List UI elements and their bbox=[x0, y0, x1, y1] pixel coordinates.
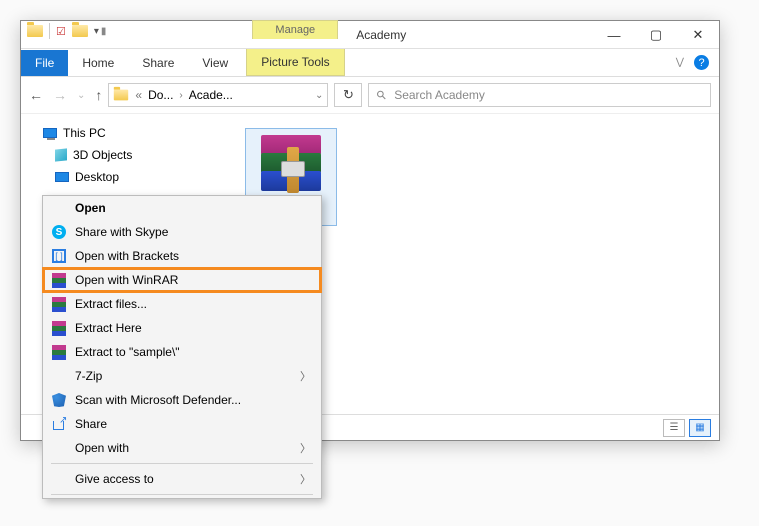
menu-label: Open with WinRAR bbox=[75, 273, 178, 287]
tab-share[interactable]: Share bbox=[128, 50, 188, 76]
folder-icon bbox=[27, 25, 43, 37]
menu-label: Extract to "sample\" bbox=[75, 345, 180, 359]
breadcrumb-prefix: « bbox=[135, 88, 142, 102]
menu-label: Open with bbox=[75, 441, 129, 455]
menu-item-extract-files[interactable]: Extract files... bbox=[43, 292, 321, 316]
menu-label: Extract files... bbox=[75, 297, 147, 311]
brackets-icon: [ ] bbox=[51, 248, 67, 264]
titlebar: ☑ ▾ ▮ Manage Academy — ▢ ✕ bbox=[21, 21, 719, 49]
sidebar-label: This PC bbox=[63, 126, 106, 140]
search-placeholder: Search Academy bbox=[394, 88, 485, 102]
menu-item-share-skype[interactable]: S Share with Skype bbox=[43, 220, 321, 244]
tab-picture-tools[interactable]: Picture Tools bbox=[246, 49, 344, 76]
menu-label: Share with Skype bbox=[75, 225, 168, 239]
cube-icon bbox=[55, 148, 67, 161]
properties-icon[interactable]: ☑ bbox=[56, 25, 66, 38]
search-box[interactable]: ⚲ Search Academy bbox=[368, 83, 711, 107]
sidebar-label: 3D Objects bbox=[73, 148, 132, 162]
maximize-button[interactable]: ▢ bbox=[635, 21, 677, 49]
menu-label: Open bbox=[75, 201, 106, 215]
breadcrumb-seg-2[interactable]: Acade... bbox=[189, 88, 233, 102]
sidebar-label: Desktop bbox=[75, 170, 119, 184]
menu-label: Extract Here bbox=[75, 321, 142, 335]
address-history-dropdown[interactable]: ⌄ bbox=[315, 90, 323, 101]
address-bar-row: ← → ⌄ ↑ « Do... › Acade... ⌄ ↻ ⚲ Search … bbox=[21, 77, 719, 114]
tab-view[interactable]: View bbox=[188, 50, 242, 76]
menu-item-open-brackets[interactable]: [ ] Open with Brackets bbox=[43, 244, 321, 268]
share-icon bbox=[51, 416, 67, 432]
divider bbox=[49, 23, 50, 39]
minimize-button[interactable]: — bbox=[593, 21, 635, 49]
submenu-arrow-icon: 〉 bbox=[300, 440, 311, 456]
details-view-button[interactable]: ☰ bbox=[663, 419, 685, 437]
menu-item-extract-here[interactable]: Extract Here bbox=[43, 316, 321, 340]
nav-buttons: ← → ⌄ ↑ bbox=[29, 87, 102, 103]
refresh-button[interactable]: ↻ bbox=[334, 83, 362, 107]
menu-label: Scan with Microsoft Defender... bbox=[75, 393, 241, 407]
rar-archive-icon bbox=[257, 133, 325, 201]
menu-label: 7-Zip bbox=[75, 369, 102, 383]
skype-icon: S bbox=[51, 224, 67, 240]
menu-item-extract-to[interactable]: Extract to "sample\" bbox=[43, 340, 321, 364]
menu-item-give-access[interactable]: Give access to 〉 bbox=[43, 467, 321, 491]
sidebar-item-desktop[interactable]: Desktop bbox=[25, 168, 227, 186]
qat-overflow: ▮ bbox=[101, 26, 107, 37]
search-icon: ⚲ bbox=[374, 87, 390, 103]
explorer-window: ☑ ▾ ▮ Manage Academy — ▢ ✕ File Home Sha… bbox=[20, 20, 720, 441]
sidebar-item-this-pc[interactable]: This PC bbox=[25, 124, 227, 142]
winrar-icon bbox=[51, 296, 67, 312]
blank-icon bbox=[51, 471, 67, 487]
blank-icon bbox=[51, 368, 67, 384]
context-menu: Open S Share with Skype [ ] Open with Br… bbox=[42, 195, 322, 499]
menu-item-open-winrar[interactable]: Open with WinRAR bbox=[43, 268, 321, 292]
recent-dropdown[interactable]: ⌄ bbox=[77, 90, 85, 101]
new-folder-icon[interactable] bbox=[72, 25, 88, 37]
help-icon[interactable]: ? bbox=[694, 55, 709, 70]
menu-item-7zip[interactable]: 7-Zip 〉 bbox=[43, 364, 321, 388]
up-button[interactable]: ↑ bbox=[95, 87, 102, 103]
winrar-icon bbox=[51, 344, 67, 360]
winrar-icon bbox=[51, 320, 67, 336]
ribbon-tabs: File Home Share View Picture Tools ⋁ ? bbox=[21, 49, 719, 77]
address-bar[interactable]: « Do... › Acade... ⌄ bbox=[108, 83, 328, 107]
sidebar-item-3d-objects[interactable]: 3D Objects bbox=[25, 146, 227, 164]
menu-item-open[interactable]: Open bbox=[43, 196, 321, 220]
quick-access-toolbar: ☑ ▾ ▮ bbox=[21, 21, 112, 41]
chevron-right-icon[interactable]: › bbox=[179, 90, 182, 101]
manage-tab-header[interactable]: Manage bbox=[252, 20, 338, 39]
winrar-icon bbox=[51, 272, 67, 288]
menu-label: Share bbox=[75, 417, 107, 431]
this-pc-icon bbox=[43, 128, 57, 138]
menu-label: Give access to bbox=[75, 472, 154, 486]
window-controls: — ▢ ✕ bbox=[593, 21, 719, 49]
menu-separator bbox=[51, 463, 313, 464]
close-button[interactable]: ✕ bbox=[677, 21, 719, 49]
folder-icon bbox=[114, 90, 128, 101]
menu-item-open-with[interactable]: Open with 〉 bbox=[43, 436, 321, 460]
forward-button[interactable]: → bbox=[53, 87, 67, 103]
blank-icon bbox=[51, 200, 67, 216]
submenu-arrow-icon: 〉 bbox=[300, 471, 311, 487]
shield-icon bbox=[51, 392, 67, 408]
tab-file[interactable]: File bbox=[21, 50, 68, 76]
tab-home[interactable]: Home bbox=[68, 50, 128, 76]
back-button[interactable]: ← bbox=[29, 87, 43, 103]
ribbon-collapse-button[interactable]: ⋁ bbox=[676, 57, 684, 68]
blank-icon bbox=[51, 440, 67, 456]
menu-item-defender[interactable]: Scan with Microsoft Defender... bbox=[43, 388, 321, 412]
large-icons-view-button[interactable]: ▦ bbox=[689, 419, 711, 437]
qat-dropdown[interactable]: ▾ bbox=[94, 26, 99, 37]
breadcrumb-seg-1[interactable]: Do... bbox=[148, 88, 173, 102]
submenu-arrow-icon: 〉 bbox=[300, 368, 311, 384]
menu-separator bbox=[51, 494, 313, 495]
menu-item-share[interactable]: Share bbox=[43, 412, 321, 436]
menu-label: Open with Brackets bbox=[75, 249, 179, 263]
contextual-tab-group: Manage bbox=[252, 21, 338, 39]
window-title: Academy bbox=[356, 28, 406, 42]
desktop-icon bbox=[55, 172, 69, 182]
